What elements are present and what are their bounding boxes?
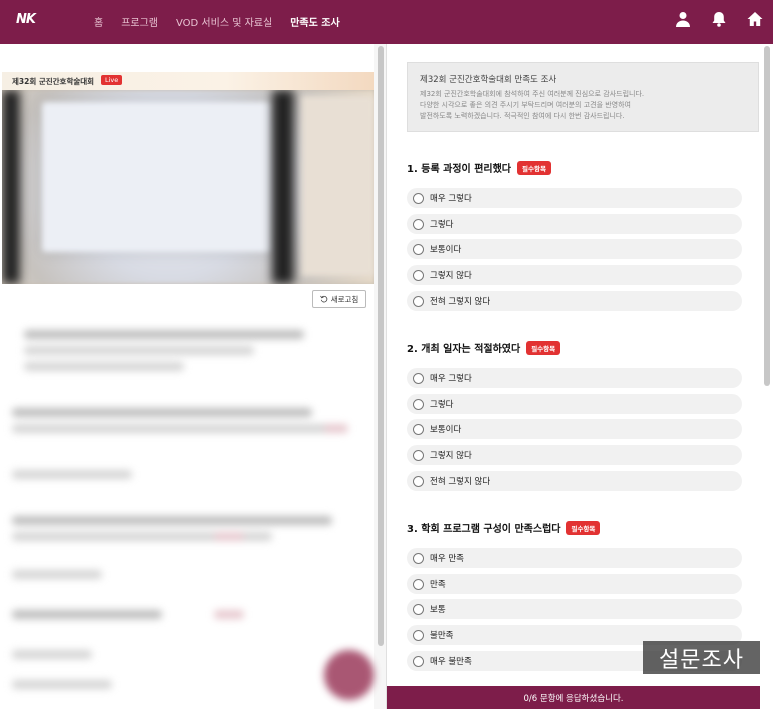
radio-circle[interactable] [413,655,424,667]
bell-icon[interactable] [711,11,727,27]
option-radio[interactable]: 전혀 그렇지 않다 [407,291,742,311]
user-icon[interactable] [675,11,691,27]
option-label: 전혀 그렇지 않다 [430,297,491,307]
nav-item-vod[interactable]: VOD 서비스 및 자료실 [176,14,272,29]
radio-circle[interactable] [413,372,424,384]
option-radio[interactable]: 보통이다 [407,239,742,259]
option-radio[interactable]: 보통 [407,599,742,619]
radio-circle[interactable] [413,269,424,281]
video-banner: 제32회 군진간호학술대회 Live [2,72,374,90]
option-radio[interactable]: 그렇다 [407,214,742,234]
main-nav: 홈 프로그램 VOD 서비스 및 자료실 만족도 조사 [94,14,358,29]
video-slide [42,102,272,252]
option-radio[interactable]: 그렇지 않다 [407,445,742,465]
option-radio[interactable]: 매우 만족 [407,548,742,568]
option-label: 보통이다 [430,245,462,255]
radio-circle[interactable] [413,218,424,230]
option-radio[interactable]: 보통이다 [407,419,742,439]
site-logo[interactable]: NK [16,12,36,30]
radio-circle[interactable] [413,243,424,255]
radio-circle[interactable] [413,603,424,615]
required-badge: 필수항목 [526,340,561,355]
survey-intro-line: 발전하도록 노력하겠습니다. 적극적인 참여에 다시 한번 감사드립니다. [420,112,625,120]
radio-circle[interactable] [413,423,424,435]
option-radio[interactable]: 매우 그렇다 [407,188,742,208]
radio-circle[interactable] [413,449,424,461]
question-title: 2. 개최 일자는 적절하였다 필수항목 [407,340,747,355]
option-label: 전혀 그렇지 않다 [430,477,491,487]
radio-circle[interactable] [413,578,424,590]
option-label: 매우 그렇다 [430,374,472,384]
radio-circle[interactable] [413,192,424,204]
option-radio[interactable]: 전혀 그렇지 않다 [407,471,742,491]
top-header: NK 홈 프로그램 VOD 서비스 및 자료실 만족도 조사 [0,0,773,44]
survey-intro-line: 제32회 군진간호학술대회에 참석하여 주신 여러분께 진심으로 감사드립니다. [420,90,645,98]
option-label: 그렇지 않다 [430,271,472,281]
question-title: 1. 등록 과정이 편리했다 필수항목 [407,160,747,175]
live-badge: Live [101,75,123,85]
refresh-icon [319,295,327,303]
refresh-label: 새로고침 [330,294,359,304]
video-side-banner [302,96,374,276]
nav-item-survey[interactable]: 만족도 조사 [290,14,339,29]
refresh-button[interactable]: 새로고침 [312,290,366,308]
option-label: 만족 [430,580,446,590]
survey-panel: 제32회 군진간호학술대회 만족도 조사 제32회 군진간호학술대회에 참석하여… [387,44,773,709]
live-video-player[interactable]: 제32회 군진간호학술대회 Live [2,72,374,284]
option-label: 매우 그렇다 [430,194,472,204]
question-text: 2. 개최 일자는 적절하였다 [407,344,521,355]
survey-intro: 제32회 군진간호학술대회 만족도 조사 제32회 군진간호학술대회에 참석하여… [407,62,759,132]
nav-item-home[interactable]: 홈 [94,14,103,29]
home-icon[interactable] [747,11,763,27]
question-text: 1. 등록 과정이 편리했다 [407,164,512,175]
option-radio[interactable]: 매우 그렇다 [407,368,742,388]
radio-circle[interactable] [413,398,424,410]
left-scrollbar[interactable] [378,46,384,646]
survey-scrollbar[interactable] [764,46,770,386]
option-label: 그렇지 않다 [430,451,472,461]
progress-bar: 0/6 문항에 응답하셨습니다. [387,686,760,709]
option-label: 그렇다 [430,400,454,410]
radio-circle[interactable] [413,475,424,487]
required-badge: 필수항목 [566,520,601,535]
nav-item-program[interactable]: 프로그램 [121,14,158,29]
option-label: 불만족 [430,631,454,641]
survey-intro-title: 제32회 군진간호학술대회 만족도 조사 [420,75,557,85]
option-radio[interactable]: 만족 [407,574,742,594]
question-title: 3. 학회 프로그램 구성이 만족스럽다 필수항목 [407,520,747,535]
option-label: 보통 [430,605,446,615]
option-label: 매우 불만족 [430,657,472,667]
header-icons [675,11,763,27]
question-text: 3. 학회 프로그램 구성이 만족스럽다 [407,524,561,535]
survey-intro-line: 다양한 시각으로 좋은 의견 주시기 부탁드리며 여러분의 고견을 반영하여 [420,101,631,109]
option-label: 보통이다 [430,425,462,435]
video-speaker-right [272,90,294,284]
option-radio[interactable]: 그렇다 [407,394,742,414]
required-badge: 필수항목 [517,160,551,175]
watermark-label: 설문조사 [643,641,760,674]
radio-circle[interactable] [413,295,424,307]
progress-text: 0/6 문항에 응답하셨습니다. [523,693,624,704]
radio-circle[interactable] [413,552,424,564]
chat-area-blurred [4,320,374,700]
video-speaker-left [2,90,20,284]
video-title: 제32회 군진간호학술대회 [12,77,95,86]
radio-circle[interactable] [413,629,424,641]
left-panel: 제32회 군진간호학술대회 Live 새로고침 [0,44,386,709]
option-radio[interactable]: 그렇지 않다 [407,265,742,285]
option-label: 그렇다 [430,220,454,230]
option-label: 매우 만족 [430,554,464,564]
floating-action-button[interactable] [324,650,374,700]
